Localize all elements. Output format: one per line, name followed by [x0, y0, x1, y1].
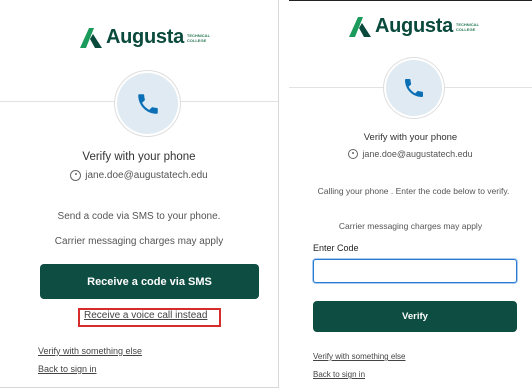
verify-with-something-else-link[interactable]: Verify with something else: [38, 346, 142, 356]
brand-tagline: TECHNICAL COLLEGE: [455, 21, 480, 32]
account-row: jane.doe@augustatech.edu: [289, 149, 532, 159]
page-title: Verify with your phone: [82, 151, 196, 163]
call-status-message: Calling your phone . Enter the code belo…: [317, 186, 510, 196]
back-to-sign-in-link[interactable]: Back to sign in: [313, 370, 365, 379]
verify-button[interactable]: Verify: [313, 301, 517, 332]
verify-with-something-else-link[interactable]: Verify with something else: [313, 352, 406, 361]
receive-voice-call-link[interactable]: Receive a voice call instead: [84, 310, 207, 321]
voice-verification-screen: Augusta TECHNICAL COLLEGE Verify with you…: [289, 0, 532, 388]
brand-name: Augusta: [375, 15, 453, 37]
sms-verification-screen: Augusta TECHNICAL COLLEGE Verify with you…: [0, 0, 279, 388]
augusta-logo-mark-icon: [349, 16, 371, 37]
phone-icon-badge: [386, 60, 442, 116]
page-title: Verify with your phone: [363, 132, 458, 143]
user-icon: [348, 149, 359, 159]
user-icon: [70, 170, 82, 181]
augusta-logo: Augusta TECHNICAL COLLEGE: [80, 26, 210, 49]
brand-name: Augusta: [106, 26, 184, 48]
phone-icon: [137, 93, 158, 114]
enter-code-label: Enter Code: [313, 243, 359, 253]
augusta-logo: Augusta TECHNICAL COLLEGE: [349, 15, 479, 38]
sms-description: Send a code via SMS to your phone.: [57, 211, 221, 222]
back-to-sign-in-link[interactable]: Back to sign in: [38, 364, 97, 374]
account-email: jane.doe@augustatech.edu: [85, 170, 208, 181]
verification-code-input[interactable]: [313, 259, 517, 283]
account-row: jane.doe@augustatech.edu: [0, 170, 278, 181]
account-email: jane.doe@augustatech.edu: [362, 149, 473, 159]
augusta-logo-mark-icon: [80, 27, 102, 48]
phone-icon: [405, 79, 423, 97]
phone-icon-badge: [117, 73, 178, 134]
charges-note: Carrier messaging charges may apply: [54, 236, 224, 247]
charges-note: Carrier messaging charges may apply: [338, 221, 483, 231]
brand-tagline: TECHNICAL COLLEGE: [186, 32, 211, 43]
receive-sms-code-button[interactable]: Receive a code via SMS: [40, 264, 259, 299]
